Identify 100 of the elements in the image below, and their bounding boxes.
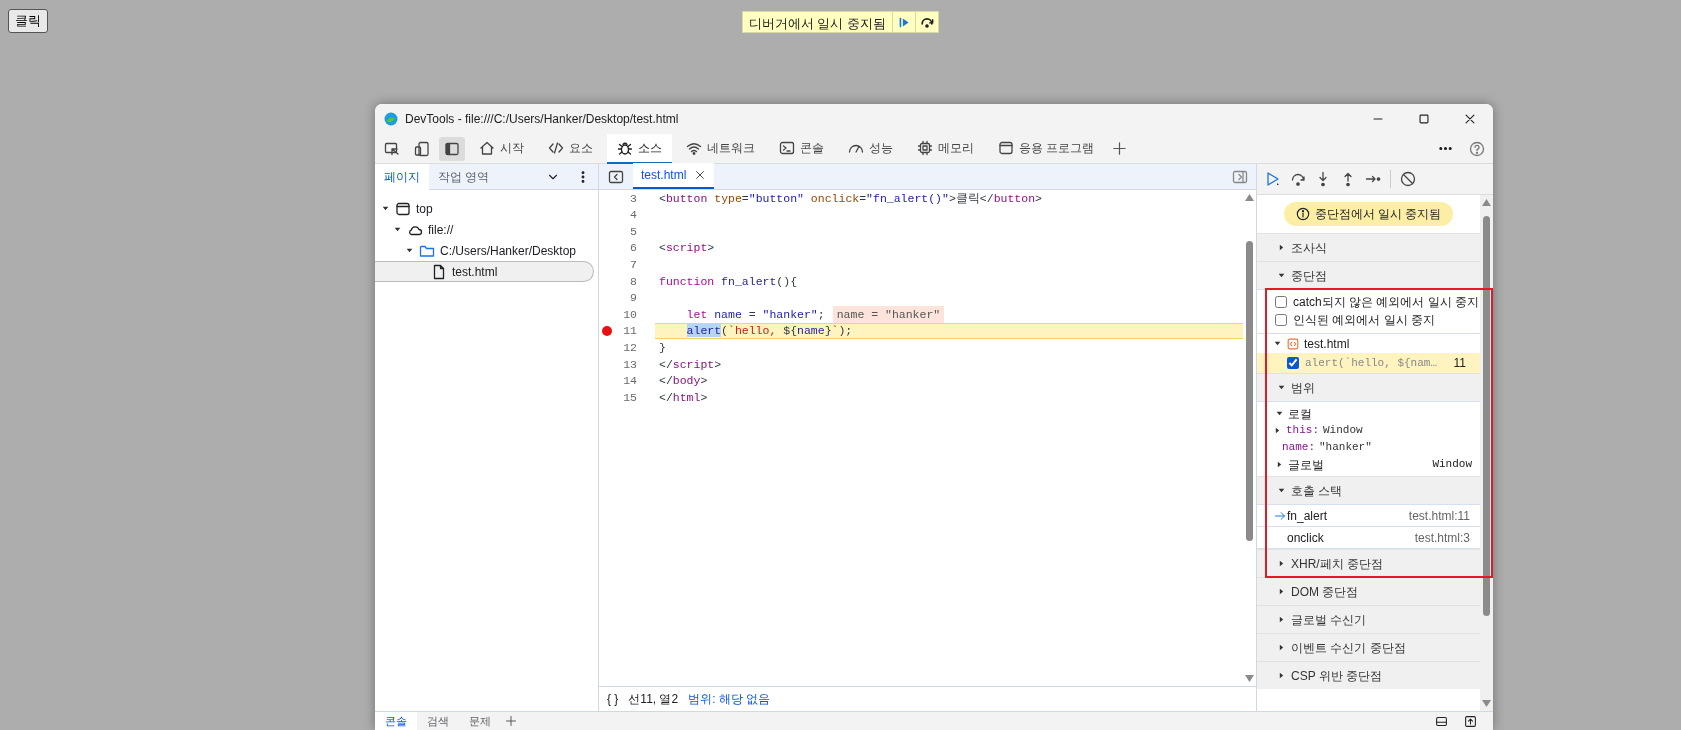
plus-icon[interactable] bbox=[505, 715, 517, 727]
plus-icon[interactable] bbox=[1112, 141, 1128, 156]
down-triangle-icon[interactable] bbox=[1273, 339, 1282, 348]
section-header[interactable]: XHR/페치 중단점 bbox=[1257, 549, 1480, 577]
line-number: 13 bbox=[623, 356, 638, 373]
line-number: 5 bbox=[630, 223, 638, 240]
code-line: </script> bbox=[659, 356, 722, 373]
right-triangle-icon[interactable] bbox=[1277, 243, 1286, 252]
frame-function: onclick bbox=[1287, 529, 1324, 547]
collapse-panel-icon[interactable] bbox=[1232, 169, 1248, 186]
down-triangle-icon[interactable] bbox=[393, 225, 402, 234]
click-button[interactable]: 클릭 bbox=[8, 9, 48, 33]
checkbox[interactable] bbox=[1275, 296, 1287, 308]
down-triangle-icon[interactable] bbox=[1275, 409, 1284, 418]
scroll-up-arrow-icon[interactable] bbox=[1245, 194, 1254, 201]
devtools-tab[interactable]: 요소 bbox=[538, 133, 603, 164]
close-icon[interactable] bbox=[694, 169, 707, 181]
maximize-icon[interactable] bbox=[1417, 112, 1431, 126]
scroll-down-arrow-icon[interactable] bbox=[1245, 675, 1254, 682]
scope-name[interactable]: 글로벌 bbox=[1288, 455, 1324, 474]
devtools-tab[interactable]: 메모리 bbox=[907, 133, 984, 164]
window-icon bbox=[395, 200, 411, 217]
right-triangle-icon[interactable] bbox=[1277, 671, 1286, 680]
scope-link[interactable]: 범위: 해당 없음 bbox=[688, 690, 771, 708]
right-triangle-icon[interactable] bbox=[1277, 615, 1286, 624]
line-number: 6 bbox=[630, 240, 638, 257]
section-header[interactable]: DOM 중단점 bbox=[1257, 577, 1480, 605]
chip-icon bbox=[917, 139, 933, 156]
dock-icon[interactable] bbox=[1435, 714, 1448, 728]
section-header[interactable]: 범위 bbox=[1257, 373, 1480, 401]
devtools-tab[interactable]: 콘솔 bbox=[769, 133, 834, 164]
property-name: this: bbox=[1286, 423, 1319, 439]
panel-tab[interactable]: 페이지 bbox=[375, 163, 429, 190]
browser-logo-icon bbox=[383, 111, 399, 127]
help-icon[interactable] bbox=[1469, 140, 1485, 157]
scope-name[interactable]: 로컬 bbox=[1288, 404, 1312, 423]
right-triangle-icon[interactable] bbox=[1277, 587, 1286, 596]
window-title: DevTools - file:///C:/Users/Hanker/Desktop/test.html bbox=[405, 111, 679, 128]
curved-arrow-icon bbox=[920, 15, 935, 29]
down-triangle-icon[interactable] bbox=[1277, 486, 1286, 495]
line-number: 12 bbox=[623, 340, 638, 356]
scroll-down-arrow-icon[interactable] bbox=[1482, 700, 1491, 707]
section-header[interactable]: 중단점 bbox=[1257, 261, 1480, 289]
right-triangle-icon[interactable] bbox=[1277, 559, 1286, 568]
devtools-tab[interactable]: 네트워크 bbox=[676, 133, 765, 164]
section-header[interactable]: 글로벌 수신기 bbox=[1257, 605, 1480, 633]
tree-item[interactable]: top bbox=[375, 198, 594, 219]
house-icon bbox=[479, 139, 495, 156]
drawer-tab[interactable]: 문제 bbox=[459, 712, 501, 730]
checkbox-label[interactable]: catch되지 않은 예외에서 일시 중지 bbox=[1293, 293, 1480, 311]
right-triangle-icon[interactable] bbox=[1277, 643, 1286, 652]
tree-item[interactable]: test.html bbox=[375, 261, 594, 282]
deactivate-breakpoints-icon[interactable] bbox=[1400, 171, 1416, 187]
section-header[interactable]: 이벤트 수신기 중단점 bbox=[1257, 633, 1480, 661]
breakpoint-code: alert(`hello, ${nam… bbox=[1305, 355, 1438, 371]
line-number: 10 bbox=[623, 306, 638, 323]
property-value: Window bbox=[1323, 423, 1363, 439]
down-triangle-icon[interactable] bbox=[1277, 383, 1286, 392]
devtools-tab[interactable]: 성능 bbox=[838, 133, 903, 164]
breakpoint-line: 11 bbox=[1453, 355, 1466, 372]
down-triangle-icon[interactable] bbox=[405, 246, 414, 255]
section-header[interactable]: 조사식 bbox=[1257, 233, 1480, 261]
scroll-up-arrow-icon[interactable] bbox=[1482, 199, 1491, 206]
sidebar-toggle-icon[interactable] bbox=[608, 168, 624, 185]
resume-icon[interactable] bbox=[1265, 171, 1281, 187]
file-tab[interactable]: test.html bbox=[633, 163, 715, 189]
pretty-print-button[interactable]: { } bbox=[607, 690, 619, 708]
section-header[interactable]: 호출 스택 bbox=[1257, 476, 1480, 504]
devtools-tab[interactable]: 소스 bbox=[607, 133, 672, 164]
checkbox[interactable] bbox=[1287, 357, 1299, 369]
device-icon[interactable] bbox=[414, 140, 430, 157]
down-triangle-icon[interactable] bbox=[381, 204, 390, 213]
devtools-tab[interactable]: 응용 프로그램 bbox=[988, 133, 1105, 164]
inspect-icon[interactable] bbox=[384, 140, 400, 157]
code-line: <button type="button" onclick="fn_alert()">클릭</button> bbox=[659, 190, 1042, 207]
banner-text: 디버거에서 일시 중지됨 bbox=[747, 15, 888, 32]
tree-item-label: top bbox=[416, 200, 433, 218]
right-triangle-icon[interactable] bbox=[1275, 460, 1284, 469]
step-over-icon[interactable] bbox=[1290, 171, 1306, 187]
panel-tab[interactable]: 작업 영역 bbox=[429, 163, 499, 190]
checkbox-label[interactable]: 인식된 예외에서 일시 중지 bbox=[1293, 311, 1435, 329]
file-name: test.html bbox=[1304, 335, 1350, 353]
call-frame[interactable]: fn_alert test.html:11 bbox=[1257, 505, 1480, 527]
tree-item[interactable]: C:/Users/Hanker/Desktop bbox=[375, 240, 594, 261]
expand-icon[interactable] bbox=[1464, 714, 1477, 728]
sidebar-icon[interactable] bbox=[444, 140, 460, 157]
devtools-tab[interactable]: 시작 bbox=[469, 133, 534, 164]
breakpoint-marker[interactable] bbox=[602, 326, 612, 337]
tree-item[interactable]: file:// bbox=[375, 219, 594, 240]
drawer-tab[interactable]: 콘솔 bbox=[375, 712, 417, 730]
code-line: function fn_alert(){ bbox=[659, 273, 798, 290]
frame-function: fn_alert bbox=[1287, 507, 1328, 525]
close-icon[interactable] bbox=[1463, 112, 1477, 126]
section-header[interactable]: CSP 위반 중단점 bbox=[1257, 661, 1480, 689]
file-icon bbox=[431, 263, 447, 280]
down-triangle-icon[interactable] bbox=[1277, 271, 1286, 280]
drawer-tab[interactable]: 검색 bbox=[417, 712, 459, 730]
right-triangle-icon[interactable] bbox=[1273, 426, 1282, 435]
breakpoint-row[interactable]: alert(`hello, ${nam… 11 bbox=[1257, 353, 1480, 373]
checkbox[interactable] bbox=[1275, 314, 1287, 326]
